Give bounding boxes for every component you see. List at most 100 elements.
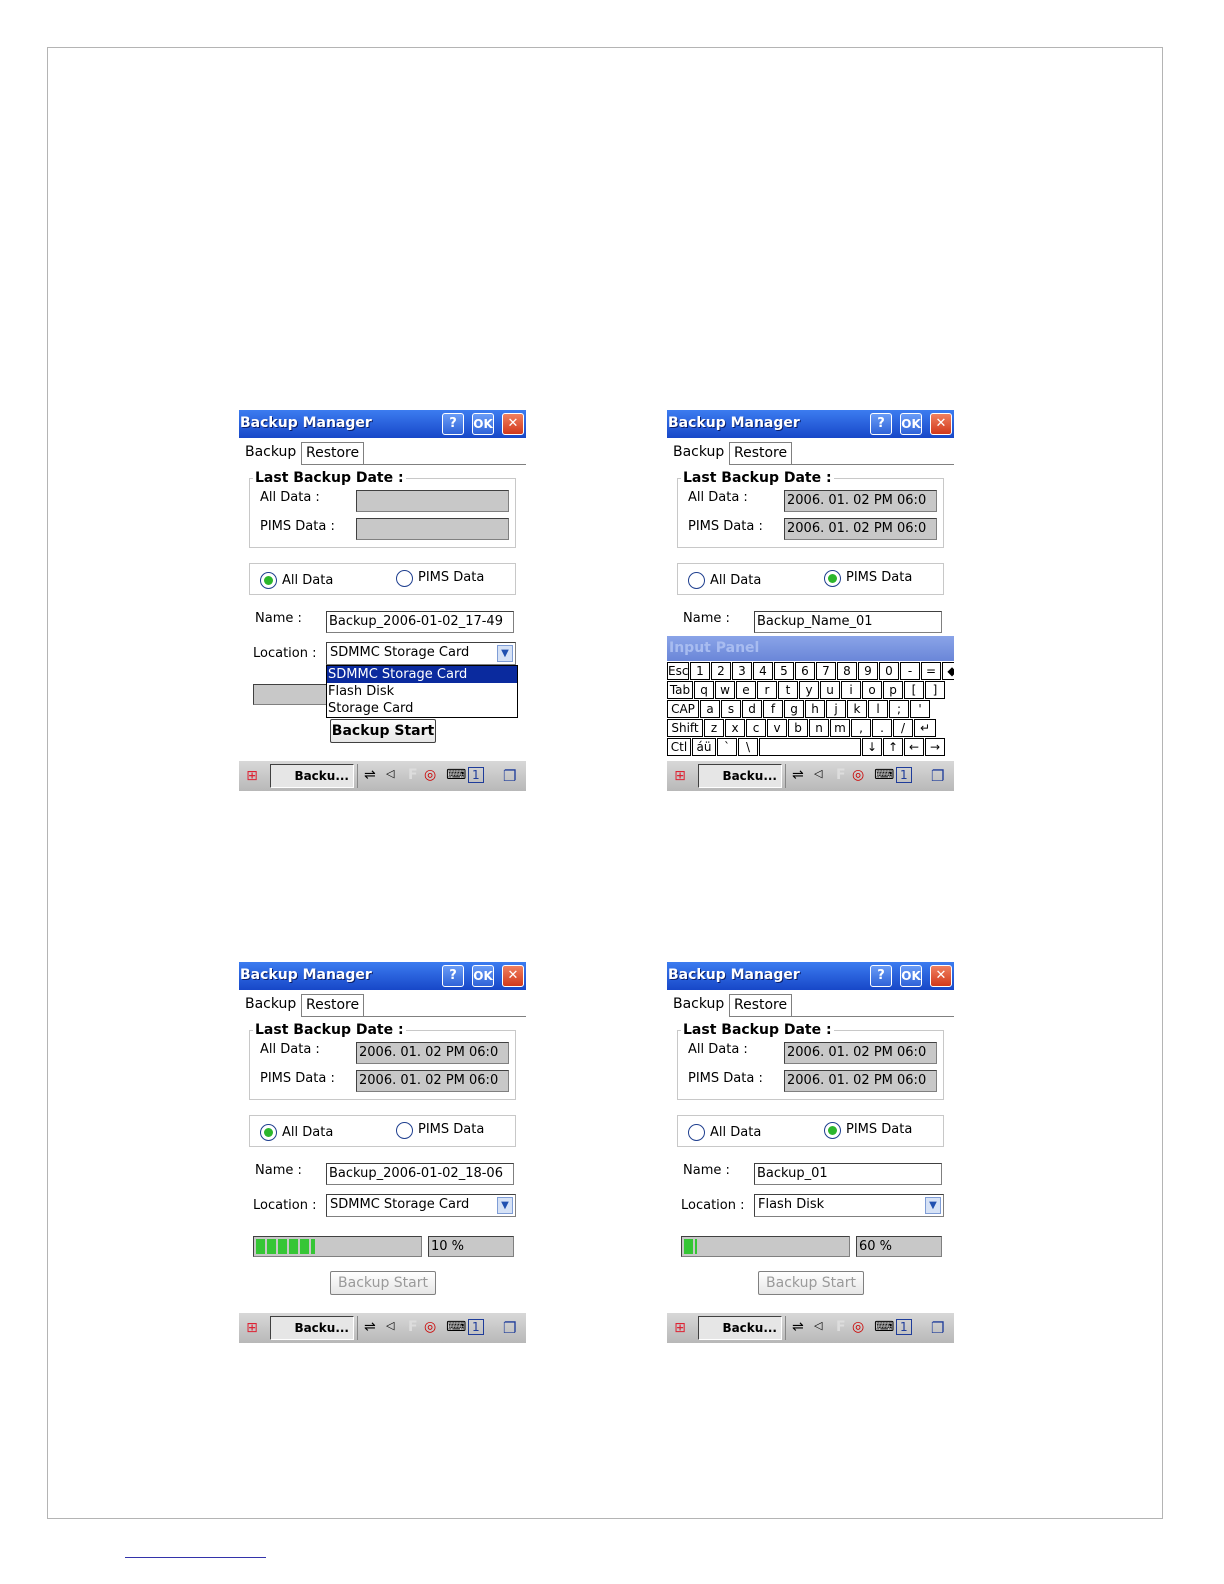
keyboard-key[interactable]: / bbox=[893, 719, 913, 737]
keyboard-key[interactable]: 0 bbox=[879, 662, 899, 680]
pims-data-radio-label[interactable]: PIMS Data bbox=[846, 1122, 912, 1137]
power-icon[interactable]: ◎ bbox=[852, 767, 864, 783]
taskbar-app-button[interactable]: Backu... bbox=[698, 1316, 782, 1340]
location-select[interactable]: SDMMC Storage Card ▼ bbox=[326, 642, 516, 665]
keyboard-key[interactable]: e bbox=[736, 681, 756, 699]
network-icon[interactable]: ⇌ bbox=[792, 767, 804, 783]
key-space[interactable] bbox=[759, 738, 861, 756]
chevron-down-icon[interactable]: ▼ bbox=[497, 1197, 513, 1214]
tab-backup[interactable]: Backup bbox=[241, 994, 300, 1016]
windows-switch-icon[interactable]: ❐ bbox=[931, 767, 944, 785]
dropdown-option-sdmmc[interactable]: SDMMC Storage Card bbox=[327, 666, 517, 683]
all-data-radio-label[interactable]: All Data bbox=[282, 1125, 333, 1140]
pims-data-radio[interactable] bbox=[824, 1122, 841, 1139]
network-icon[interactable]: ⇌ bbox=[364, 767, 376, 783]
keyboard-key[interactable]: ↓ bbox=[862, 738, 882, 756]
backup-start-button[interactable]: Backup Start bbox=[330, 1271, 436, 1295]
keyboard-key[interactable]: t bbox=[778, 681, 798, 699]
keyboard-key[interactable]: 9 bbox=[858, 662, 878, 680]
taskbar-app-button[interactable]: Backu... bbox=[270, 1316, 354, 1340]
volume-icon[interactable]: ◁ bbox=[386, 1319, 394, 1332]
keyboard-key[interactable]: m bbox=[830, 719, 850, 737]
all-data-radio[interactable] bbox=[688, 572, 705, 589]
keyboard-key[interactable]: 1 bbox=[690, 662, 710, 680]
tab-backup[interactable]: Backup bbox=[669, 442, 728, 464]
keyboard-key[interactable]: . bbox=[872, 719, 892, 737]
keyboard-key[interactable]: h bbox=[805, 700, 825, 718]
help-button[interactable]: ? bbox=[442, 965, 464, 987]
close-button[interactable]: ✕ bbox=[502, 965, 524, 987]
help-button[interactable]: ? bbox=[442, 413, 464, 435]
close-button[interactable]: ✕ bbox=[930, 965, 952, 987]
keyboard-key[interactable]: áü bbox=[692, 738, 716, 756]
ok-button[interactable]: OK bbox=[472, 965, 494, 987]
keyboard-key[interactable]: l bbox=[868, 700, 888, 718]
keyboard-icon[interactable]: ⌨ bbox=[446, 1319, 466, 1335]
keyboard-key[interactable]: g bbox=[784, 700, 804, 718]
location-select[interactable]: SDMMC Storage Card ▼ bbox=[326, 1194, 516, 1217]
windows-start-icon[interactable]: ⊞ bbox=[243, 767, 261, 785]
close-button[interactable]: ✕ bbox=[502, 413, 524, 435]
keyboard-icon[interactable]: ⌨ bbox=[446, 767, 466, 783]
keyboard-key[interactable]: ' bbox=[910, 700, 930, 718]
pims-data-radio[interactable] bbox=[396, 570, 413, 587]
keyboard-icon[interactable]: ⌨ bbox=[874, 767, 894, 783]
windows-start-icon[interactable]: ⊞ bbox=[671, 1319, 689, 1337]
ok-button[interactable]: OK bbox=[472, 413, 494, 435]
close-button[interactable]: ✕ bbox=[930, 413, 952, 435]
dropdown-option-flash-disk[interactable]: Flash Disk bbox=[327, 683, 517, 700]
windows-switch-icon[interactable]: ❐ bbox=[503, 1319, 516, 1337]
windows-switch-icon[interactable]: ❐ bbox=[931, 1319, 944, 1337]
keyboard-key[interactable]: c bbox=[746, 719, 766, 737]
keyboard-key[interactable]: ` bbox=[717, 738, 737, 756]
tab-restore[interactable]: Restore bbox=[301, 994, 365, 1016]
keyboard-key[interactable]: ← bbox=[904, 738, 924, 756]
tab-backup[interactable]: Backup bbox=[241, 442, 300, 464]
keyboard-key[interactable]: n bbox=[809, 719, 829, 737]
keyboard-key[interactable]: w bbox=[715, 681, 735, 699]
keyboard-key[interactable]: ↑ bbox=[883, 738, 903, 756]
pims-data-radio[interactable] bbox=[824, 570, 841, 587]
keyboard-key[interactable]: → bbox=[925, 738, 945, 756]
desktop-1-icon[interactable]: 1 bbox=[468, 1319, 484, 1335]
location-select[interactable]: Flash Disk ▼ bbox=[754, 1194, 944, 1217]
keyboard-key[interactable]: f bbox=[763, 700, 783, 718]
keyboard-key[interactable]: ◆ bbox=[942, 662, 954, 680]
keyboard-key[interactable]: 2 bbox=[711, 662, 731, 680]
backup-start-button[interactable]: Backup Start bbox=[758, 1271, 864, 1295]
tab-backup[interactable]: Backup bbox=[669, 994, 728, 1016]
all-data-radio-label[interactable]: All Data bbox=[710, 1125, 761, 1140]
network-icon[interactable]: ⇌ bbox=[792, 1319, 804, 1335]
keyboard-key[interactable]: j bbox=[826, 700, 846, 718]
keyboard-icon[interactable]: ⌨ bbox=[874, 1319, 894, 1335]
chevron-down-icon[interactable]: ▼ bbox=[925, 1197, 941, 1214]
keyboard-key[interactable]: = bbox=[921, 662, 941, 680]
volume-icon[interactable]: ◁ bbox=[814, 767, 822, 780]
keyboard-key[interactable]: ↵ bbox=[914, 719, 936, 737]
keyboard-key[interactable]: i bbox=[841, 681, 861, 699]
keyboard-key[interactable]: 3 bbox=[732, 662, 752, 680]
keyboard-key[interactable]: b bbox=[788, 719, 808, 737]
pims-data-radio-label[interactable]: PIMS Data bbox=[418, 1122, 484, 1137]
keyboard-key[interactable]: 8 bbox=[837, 662, 857, 680]
dropdown-option-storage-card[interactable]: Storage Card bbox=[327, 700, 517, 717]
keyboard-key[interactable]: \ bbox=[738, 738, 758, 756]
keyboard-key[interactable]: p bbox=[883, 681, 903, 699]
all-data-radio-label[interactable]: All Data bbox=[282, 573, 333, 588]
desktop-1-icon[interactable]: 1 bbox=[896, 767, 912, 783]
keyboard-key[interactable]: 5 bbox=[774, 662, 794, 680]
name-input[interactable]: Backup_Name_01 bbox=[754, 611, 942, 633]
tab-restore[interactable]: Restore bbox=[729, 442, 793, 464]
keyboard-key[interactable]: z bbox=[704, 719, 724, 737]
keyboard-key[interactable]: 6 bbox=[795, 662, 815, 680]
keyboard-key[interactable]: Tab bbox=[667, 681, 693, 699]
help-button[interactable]: ? bbox=[870, 413, 892, 435]
keyboard-key[interactable]: Ctl bbox=[667, 738, 691, 756]
windows-start-icon[interactable]: ⊞ bbox=[671, 767, 689, 785]
tab-restore[interactable]: Restore bbox=[301, 442, 365, 464]
keyboard-key[interactable]: a bbox=[700, 700, 720, 718]
help-button[interactable]: ? bbox=[870, 965, 892, 987]
name-input[interactable]: Backup_2006-01-02_18-06 bbox=[326, 1163, 514, 1185]
name-input[interactable]: Backup_01 bbox=[754, 1163, 942, 1185]
keyboard-key[interactable]: v bbox=[767, 719, 787, 737]
